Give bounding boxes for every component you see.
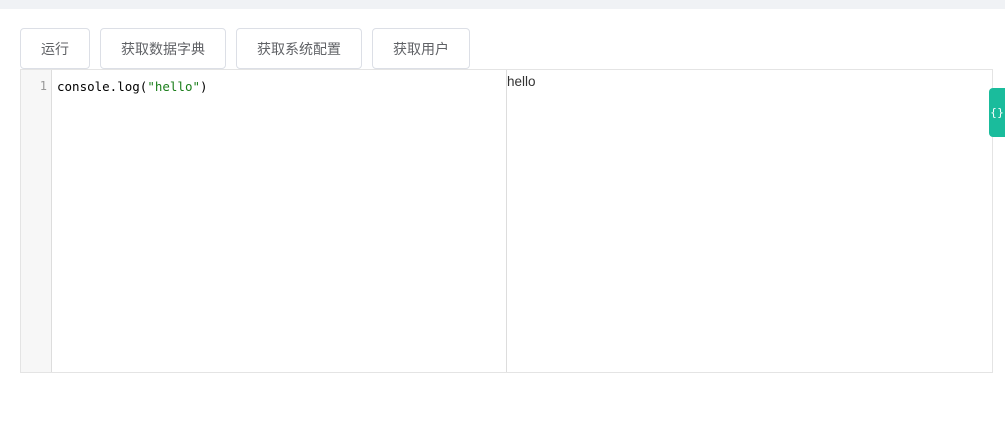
line-number-gutter: 1 [21, 70, 52, 372]
top-strip [0, 0, 1005, 9]
code-line[interactable]: console.log("hello") [57, 78, 208, 95]
line-number: 1 [39, 79, 47, 93]
code-token-call: console.log( [57, 79, 148, 94]
run-button[interactable]: 运行 [20, 28, 90, 69]
code-workspace: 1 console.log("hello") hello [20, 69, 993, 373]
code-token-close: ) [200, 79, 208, 94]
get-user-button[interactable]: 获取用户 [372, 28, 470, 69]
get-data-dictionary-button[interactable]: 获取数据字典 [100, 28, 226, 69]
code-token-string: "hello" [147, 79, 200, 94]
code-editor[interactable]: console.log("hello") [53, 70, 507, 372]
output-text: hello [507, 74, 536, 89]
get-system-config-button[interactable]: 获取系统配置 [236, 28, 362, 69]
gear-icon: {} [990, 106, 1004, 119]
side-settings-tab[interactable]: {} [989, 88, 1005, 137]
output-panel: hello [507, 70, 992, 372]
